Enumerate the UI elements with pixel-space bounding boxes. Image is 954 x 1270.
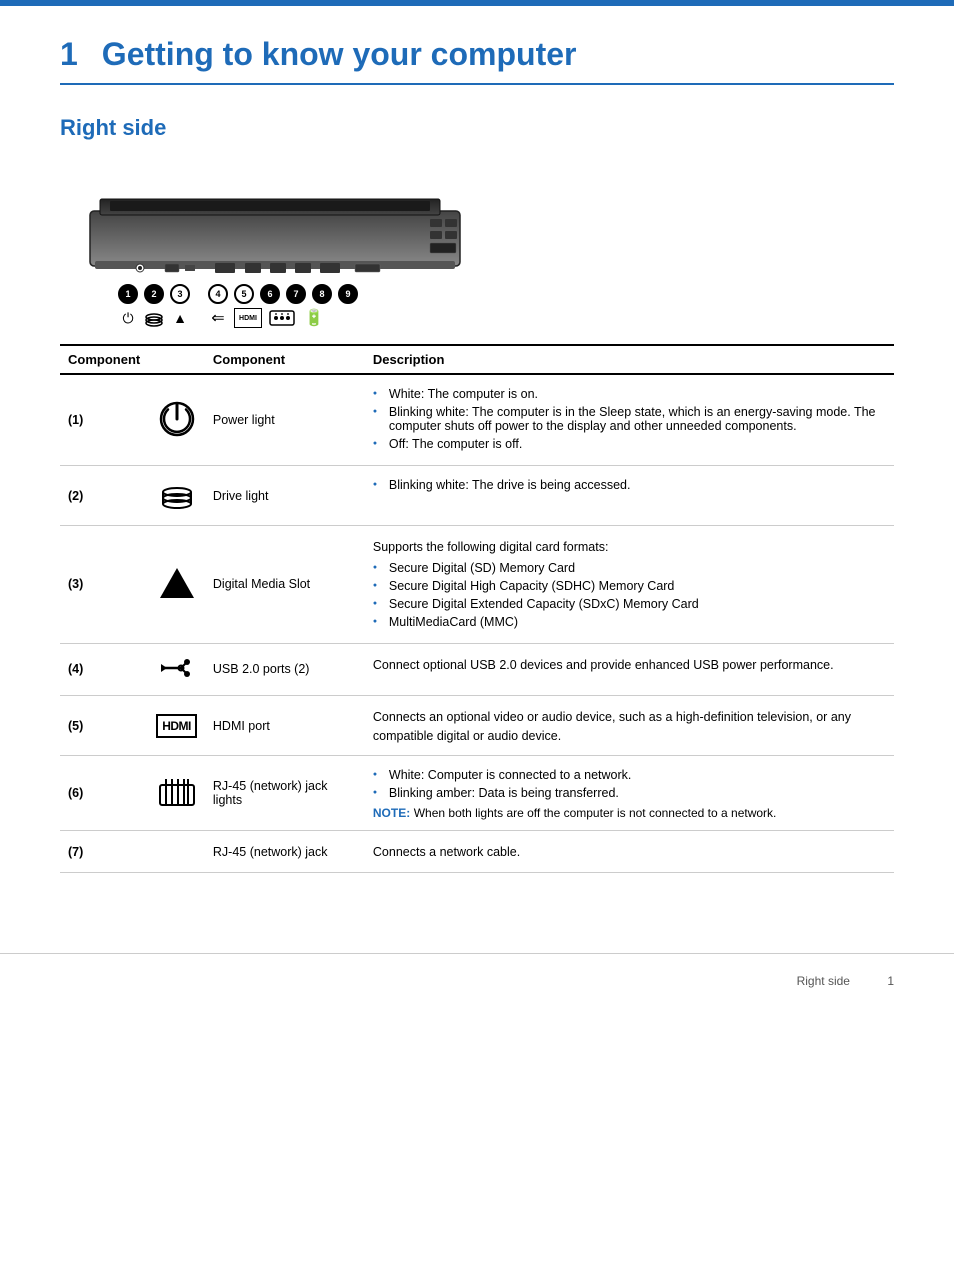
callout-7: 7: [286, 284, 306, 304]
diagram-network-lights-icon: [268, 308, 296, 328]
table-row: (2) Drive light Blinking white: The driv…: [60, 466, 894, 526]
row-1-num: (1): [60, 374, 148, 466]
callout-9: 9: [338, 284, 358, 304]
callout-2: 2: [144, 284, 164, 304]
col-description: Description: [365, 345, 894, 374]
row-1-desc: White: The computer is on. Blinking whit…: [365, 374, 894, 466]
row-2-desc: Blinking white: The drive is being acces…: [365, 466, 894, 526]
note-label: NOTE:: [373, 806, 410, 820]
table-row: (5) HDMI HDMI port Connects an optional …: [60, 695, 894, 756]
laptop-diagram: 1 2 3 4 5 6 7 8 9 ⏻ ▲ ⇐ HDMI: [60, 161, 894, 328]
row-7-desc: Connects a network cable.: [365, 831, 894, 873]
row-2-icon: [148, 466, 205, 526]
row-2-num: (2): [60, 466, 148, 526]
row-5-num: (5): [60, 695, 148, 756]
row-5-icon: HDMI: [148, 695, 205, 756]
row-6-name: RJ-45 (network) jack lights: [205, 756, 365, 831]
row-2-name: Drive light: [205, 466, 365, 526]
note-body: When both lights are off the computer is…: [414, 806, 777, 820]
table-row: (1) Power light White: The computer is o…: [60, 374, 894, 466]
callout-6: 6: [260, 284, 280, 304]
row-4-name: USB 2.0 ports (2): [205, 643, 365, 695]
table-row: (4) USB 2.0 ports (2) Connect optional U…: [60, 643, 894, 695]
footer: Right side 1: [0, 953, 954, 1008]
row-7-name: RJ-45 (network) jack: [205, 831, 365, 873]
col-component-label: [148, 345, 205, 374]
row-6-icon: [148, 756, 205, 831]
row-6-num: (6): [60, 756, 148, 831]
row-4-icon: [148, 643, 205, 695]
row-4-num: (4): [60, 643, 148, 695]
callout-5: 5: [234, 284, 254, 304]
row-3-desc: Supports the following digital card form…: [365, 526, 894, 644]
row-1-name: Power light: [205, 374, 365, 466]
diagram-hdmi-icon: HDMI: [234, 308, 262, 328]
row-5-name: HDMI port: [205, 695, 365, 756]
callout-3: 3: [170, 284, 190, 304]
chapter-heading: 1 Getting to know your computer: [60, 36, 894, 85]
row-4-desc: Connect optional USB 2.0 devices and pro…: [365, 643, 894, 695]
diagram-drive-icon: [144, 308, 164, 328]
chapter-number: 1: [60, 36, 78, 72]
callout-1: 1: [118, 284, 138, 304]
component-table: Component Component Description (1) Powe…: [60, 344, 894, 873]
table-row: (3) Digital Media Slot Supports the foll…: [60, 526, 894, 644]
table-row: (6) RJ-45: [60, 756, 894, 831]
row-6-desc: White: Computer is connected to a networ…: [365, 756, 894, 831]
footer-spacer: [862, 974, 875, 988]
row-1-icon: [148, 374, 205, 466]
row-3-name: Digital Media Slot: [205, 526, 365, 644]
row-3-icon: [148, 526, 205, 644]
row-7-num: (7): [60, 831, 148, 873]
col-component-name: Component: [205, 345, 365, 374]
footer-section: Right side: [797, 974, 850, 988]
diagram-card-icon: ▲: [170, 308, 190, 328]
row-7-icon: [148, 831, 205, 873]
diagram-power-icon: ⏻: [118, 308, 138, 328]
row-5-desc: Connects an optional video or audio devi…: [365, 695, 894, 756]
row-3-num: (3): [60, 526, 148, 644]
diagram-usb-icon: ⇐: [208, 308, 228, 328]
table-row: (7) RJ-45 (network) jack Connects a netw…: [60, 831, 894, 873]
col-component: Component: [60, 345, 148, 374]
diagram-battery-icon: 🔋: [302, 308, 326, 328]
laptop-side-view: [60, 161, 490, 291]
chapter-title: Getting to know your computer: [102, 36, 577, 72]
callout-8: 8: [312, 284, 332, 304]
footer-page: 1: [887, 974, 894, 988]
callout-4: 4: [208, 284, 228, 304]
section-title: Right side: [60, 115, 894, 141]
